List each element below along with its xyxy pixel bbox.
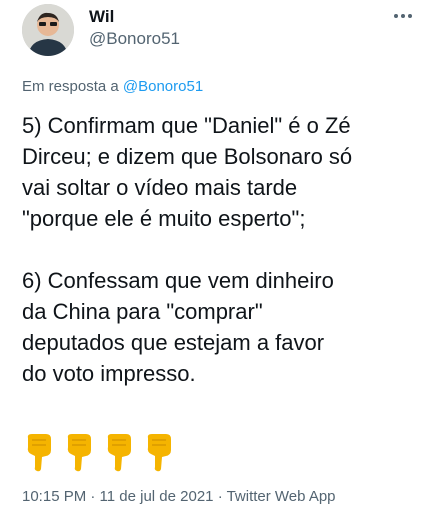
tweet-line: vai soltar o vídeo mais tarde (22, 175, 298, 200)
author-name[interactable]: Wil (89, 7, 114, 27)
tweet-line: 6) Confessam que vem dinheiro (22, 268, 334, 293)
author-handle[interactable]: @Bonoro51 (89, 29, 180, 49)
tweet-timestamp[interactable]: 10:15 PM · 11 de jul de 2021 · Twitter W… (22, 488, 336, 505)
more-options-icon[interactable] (388, 6, 418, 26)
tweet-line: do voto impresso. (22, 361, 196, 386)
tweet-line: deputados que estejam a favor (22, 330, 325, 355)
tweet-line: Dirceu; e dizem que Bolsonaro só (22, 144, 353, 169)
pointing-down-hand-icon (102, 432, 136, 472)
tweet-text: 5) Confirmam que "Daniel" é o Zé Dirceu;… (22, 110, 422, 389)
tweet: Wil @Bonoro51 Em resposta a @Bonoro51 5)… (0, 0, 432, 520)
pointing-down-hand-icon (22, 432, 56, 472)
emoji-row (22, 432, 176, 472)
reply-context: Em resposta a @Bonoro51 (22, 78, 203, 95)
tweet-line: 5) Confirmam que "Daniel" é o Zé (22, 113, 351, 138)
avatar[interactable] (22, 4, 74, 56)
tweet-line: da China para "comprar" (22, 299, 263, 324)
pointing-down-hand-icon (62, 432, 96, 472)
pointing-down-hand-icon (142, 432, 176, 472)
reply-prefix: Em resposta a (22, 78, 123, 95)
reply-mention-link[interactable]: @Bonoro51 (123, 78, 203, 95)
tweet-line: "porque ele é muito esperto"; (22, 206, 306, 231)
